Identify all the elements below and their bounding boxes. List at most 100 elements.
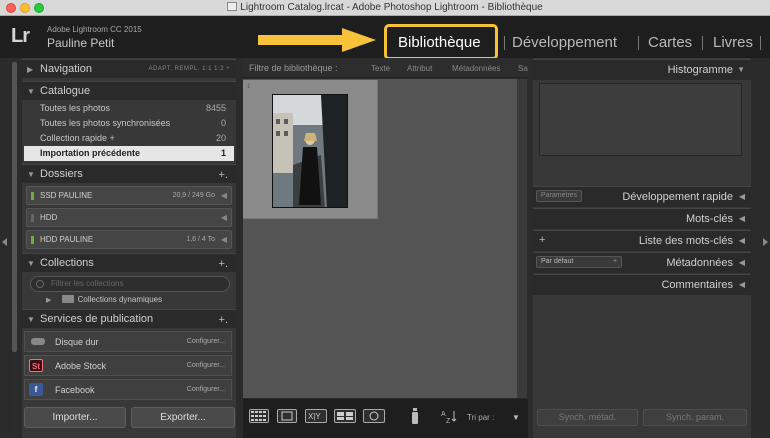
identity-plate-name: Pauline Petit bbox=[47, 36, 115, 50]
left-panel-scroll-thumb[interactable] bbox=[12, 62, 17, 352]
volume-online-indicator bbox=[31, 236, 34, 244]
triangle-left-icon: ◀ bbox=[738, 258, 745, 267]
navigation-panel-header[interactable]: ▶ Navigation ADAPT. REMPL. 1:1 1:2 ÷ bbox=[22, 59, 236, 78]
module-developpement[interactable]: Développement bbox=[512, 34, 617, 51]
sync-metadata-button[interactable]: Synch. métad. bbox=[537, 409, 638, 426]
triangle-down-icon: ▼ bbox=[27, 170, 35, 179]
comments-panel-header[interactable]: Commentaires ◀ bbox=[533, 274, 751, 295]
publish-service-hard-drive[interactable]: Disque dur Configurer... bbox=[24, 331, 232, 352]
configure-hard-drive-link[interactable]: Configurer... bbox=[187, 338, 225, 345]
triangle-down-icon: ▼ bbox=[27, 315, 35, 324]
triangle-left-icon[interactable]: ◀ bbox=[221, 213, 227, 222]
catalogue-item-quick-collection[interactable]: Collection rapide + 20 bbox=[24, 131, 234, 146]
volume-online-indicator bbox=[31, 192, 34, 200]
loupe-view-icon[interactable] bbox=[277, 409, 297, 423]
module-bar: Lr Adobe Lightroom CC 2015 Pauline Petit… bbox=[0, 16, 770, 60]
document-icon bbox=[227, 2, 238, 11]
svg-text:X|Y: X|Y bbox=[308, 412, 321, 421]
triangle-right-icon: ▶ bbox=[46, 297, 52, 304]
survey-view-icon[interactable] bbox=[334, 409, 356, 423]
svg-text:Z: Z bbox=[446, 418, 451, 424]
arrow-right-icon bbox=[258, 28, 376, 52]
window-title: Lightroom Catalog.lrcat - Adobe Photosho… bbox=[0, 2, 770, 13]
filter-attribute-tab[interactable]: Attribut bbox=[407, 64, 432, 73]
metadata-panel-header[interactable]: Par défaut ÷ Métadonnées ◀ bbox=[533, 252, 751, 273]
saved-preset-select[interactable]: Paramètres bbox=[536, 190, 583, 202]
facebook-icon: f bbox=[29, 383, 43, 396]
folder-volume-ssd-pauline[interactable]: SSD PAULINE 20,9 / 249 Go ◀ bbox=[26, 186, 232, 205]
module-cartes[interactable]: Cartes bbox=[648, 34, 692, 51]
left-panel-toggle-icon[interactable] bbox=[2, 238, 7, 246]
sort-by-label[interactable]: Tri par : bbox=[467, 413, 494, 422]
grid-cell-index: 1 bbox=[247, 84, 251, 90]
right-panel-toggle-icon[interactable] bbox=[763, 238, 768, 246]
collections-filter-input[interactable]: Filtrer les collections bbox=[30, 276, 230, 292]
painter-spray-icon[interactable] bbox=[410, 407, 420, 425]
folder-volume-hdd[interactable]: HDD ◀ bbox=[26, 208, 232, 227]
publish-service-facebook[interactable]: f Facebook Configurer... bbox=[24, 379, 232, 400]
catalogue-item-synced-photos[interactable]: Toutes les photos synchronisées 0 bbox=[24, 116, 234, 131]
configure-facebook-link[interactable]: Configurer... bbox=[187, 386, 225, 393]
sort-direction-icon[interactable]: AZ bbox=[440, 408, 462, 425]
dossiers-panel-header[interactable]: ▼ Dossiers +. bbox=[22, 164, 236, 183]
sync-settings-button[interactable]: Synch. param. bbox=[643, 409, 747, 426]
triangle-down-icon: ▼ bbox=[27, 259, 35, 268]
module-bibliotheque[interactable]: Bibliothèque bbox=[398, 34, 481, 51]
catalogue-item-all-photos[interactable]: Toutes les photos 8455 bbox=[24, 101, 234, 116]
triangle-left-icon: ◀ bbox=[738, 192, 745, 201]
add-keyword-button[interactable]: + bbox=[539, 234, 545, 246]
catalogue-item-previous-import[interactable]: Importation précédente 1 bbox=[24, 146, 234, 161]
smart-collections-set[interactable]: ▶ Collections dynamiques bbox=[46, 295, 162, 304]
volume-offline-indicator bbox=[31, 214, 34, 222]
add-folder-button[interactable]: +. bbox=[219, 169, 228, 181]
triangle-right-icon: ▶ bbox=[27, 65, 34, 74]
triangle-left-icon: ◀ bbox=[738, 214, 745, 223]
module-separator bbox=[760, 36, 761, 50]
publish-services-panel-header[interactable]: ▼ Services de publication +. bbox=[22, 309, 236, 328]
people-view-icon[interactable] bbox=[363, 409, 385, 423]
module-livres[interactable]: Livres bbox=[713, 34, 753, 51]
configure-adobe-stock-link[interactable]: Configurer... bbox=[187, 362, 225, 369]
grid-scrollbar[interactable] bbox=[517, 79, 527, 398]
histogram-display bbox=[539, 83, 742, 156]
publish-service-adobe-stock[interactable]: St Adobe Stock Configurer... bbox=[24, 355, 232, 376]
triangle-left-icon[interactable]: ◀ bbox=[221, 191, 227, 200]
histogram-panel-header[interactable]: Histogramme ▼ bbox=[533, 59, 751, 80]
filter-metadata-tab[interactable]: Métadonnées bbox=[452, 64, 500, 73]
collections-panel-header[interactable]: ▼ Collections +. bbox=[22, 253, 236, 272]
keywording-panel-header[interactable]: Mots-clés ◀ bbox=[533, 208, 751, 229]
catalogue-panel-header[interactable]: ▼ Catalogue bbox=[22, 81, 236, 100]
navigator-zoom-options[interactable]: ADAPT. REMPL. 1:1 1:2 ÷ bbox=[149, 66, 231, 72]
filter-text-tab[interactable]: Texte bbox=[371, 64, 390, 73]
svg-text:A: A bbox=[441, 411, 446, 418]
module-separator bbox=[504, 36, 505, 50]
search-icon bbox=[36, 280, 44, 288]
collection-set-icon bbox=[61, 295, 74, 303]
compare-view-icon[interactable]: X|Y bbox=[305, 409, 327, 423]
photo-image bbox=[273, 95, 347, 207]
app-name: Adobe Lightroom CC 2015 bbox=[47, 25, 142, 34]
library-filter-bar: Filtre de bibliothèque : Texte Attribut … bbox=[243, 58, 528, 78]
triangle-left-icon[interactable]: ◀ bbox=[221, 235, 227, 244]
photo-thumbnail[interactable] bbox=[272, 94, 348, 208]
import-button[interactable]: Importer... bbox=[24, 407, 126, 428]
add-collection-button[interactable]: +. bbox=[219, 258, 228, 270]
stepper-icon: ÷ bbox=[613, 258, 617, 265]
keyword-list-panel-header[interactable]: + Liste des mots-clés ◀ bbox=[533, 230, 751, 251]
toolbar-menu-chevron-icon[interactable]: ▼ bbox=[512, 413, 520, 422]
hard-drive-icon bbox=[31, 338, 45, 345]
metadata-preset-select[interactable]: Par défaut ÷ bbox=[536, 256, 622, 268]
adobe-stock-icon: St bbox=[29, 359, 43, 372]
triangle-down-icon: ▼ bbox=[27, 87, 35, 96]
folder-volume-hdd-pauline[interactable]: HDD PAULINE 1,6 / 4 To ◀ bbox=[26, 230, 232, 249]
quick-develop-panel-header[interactable]: Paramètres Développement rapide ◀ bbox=[533, 186, 751, 207]
triangle-left-icon: ◀ bbox=[738, 280, 745, 289]
export-button[interactable]: Exporter... bbox=[131, 407, 235, 428]
grid-view-icon[interactable] bbox=[249, 409, 269, 423]
title-bar: Lightroom Catalog.lrcat - Adobe Photosho… bbox=[0, 0, 770, 16]
triangle-left-icon: ◀ bbox=[738, 236, 745, 245]
lightroom-logo: Lr bbox=[11, 25, 30, 47]
add-publish-service-button[interactable]: +. bbox=[219, 314, 228, 326]
filter-none-tab[interactable]: Sa bbox=[518, 64, 528, 73]
triangle-down-icon: ▼ bbox=[737, 65, 745, 74]
